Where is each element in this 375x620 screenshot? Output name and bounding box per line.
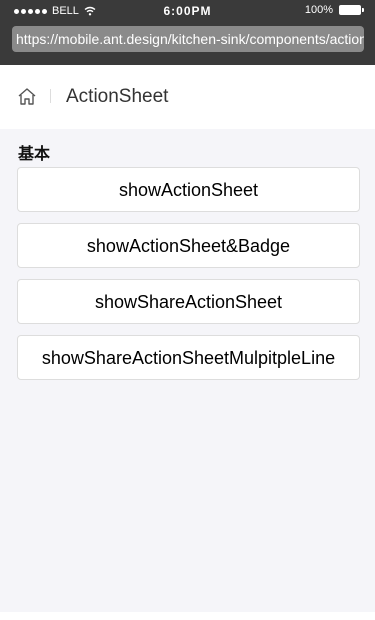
show-share-action-sheet-multiline-button[interactable]: showShareActionSheetMulpitpleLine: [17, 335, 360, 380]
navbar: ActionSheet: [0, 65, 375, 129]
nav-divider: [50, 89, 51, 103]
url-bar[interactable]: https://mobile.ant.design/kitchen-sink/c…: [12, 26, 364, 52]
browser-chrome: BELL 6:00PM 100% https://mobile.ant.desi…: [0, 0, 375, 65]
bottom-edge: [0, 612, 375, 620]
page-title: ActionSheet: [66, 86, 169, 107]
page-content: ActionSheet 基本 showActionSheet showActio…: [0, 65, 375, 612]
battery-group: 100%: [304, 4, 364, 16]
battery-percent: 100%: [304, 4, 333, 16]
url-text: https://mobile.ant.design/kitchen-sink/c…: [16, 31, 364, 47]
section-title: 基本: [18, 146, 51, 163]
show-action-sheet-badge-button[interactable]: showActionSheet&Badge: [17, 223, 360, 268]
status-bar: BELL 6:00PM 100%: [0, 0, 375, 22]
home-icon[interactable]: [17, 87, 37, 107]
show-share-action-sheet-button[interactable]: showShareActionSheet: [17, 279, 360, 324]
battery-icon: [339, 5, 364, 15]
show-action-sheet-button[interactable]: showActionSheet: [17, 167, 360, 212]
